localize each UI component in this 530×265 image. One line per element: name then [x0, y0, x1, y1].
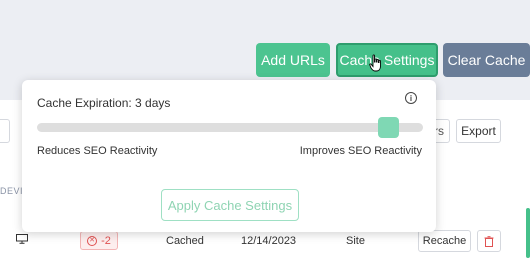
clear-cache-button[interactable]: Clear Cache — [443, 43, 530, 77]
type-cell: Site — [346, 235, 365, 247]
status-cell: Cached — [166, 235, 204, 247]
improves-seo-label: Improves SEO Reactivity — [299, 145, 422, 157]
export-button[interactable]: Export — [456, 119, 501, 143]
trash-icon — [484, 235, 494, 247]
side-accent — [526, 208, 530, 258]
cache-expiration-slider[interactable] — [37, 117, 423, 138]
cache-settings-popover: Cache Expiration: 3 days i Reduces SEO R… — [22, 80, 436, 232]
info-icon[interactable]: i — [405, 92, 417, 104]
slider-handle[interactable] — [378, 117, 399, 138]
desktop-icon — [16, 234, 28, 244]
hand-cursor-icon — [369, 54, 381, 72]
cache-settings-button[interactable]: Cache Settings — [336, 43, 438, 77]
date-cell: 12/14/2023 — [241, 235, 297, 247]
apply-cache-settings-button[interactable]: Apply Cache Settings — [161, 189, 299, 221]
error-icon: ✕ — [87, 235, 98, 246]
delete-button[interactable] — [477, 230, 501, 252]
device-column-header[interactable]: DEVI — [0, 186, 23, 196]
recache-button[interactable]: Recache — [418, 230, 471, 252]
search-input[interactable] — [0, 119, 10, 143]
score-badge: ✕ -2 — [80, 231, 118, 250]
add-urls-button[interactable]: Add URLs — [256, 43, 330, 77]
score-value: -2 — [101, 234, 111, 247]
cache-expiration-label: Cache Expiration: 3 days — [37, 96, 171, 110]
reduces-seo-label: Reduces SEO Reactivity — [37, 145, 158, 157]
